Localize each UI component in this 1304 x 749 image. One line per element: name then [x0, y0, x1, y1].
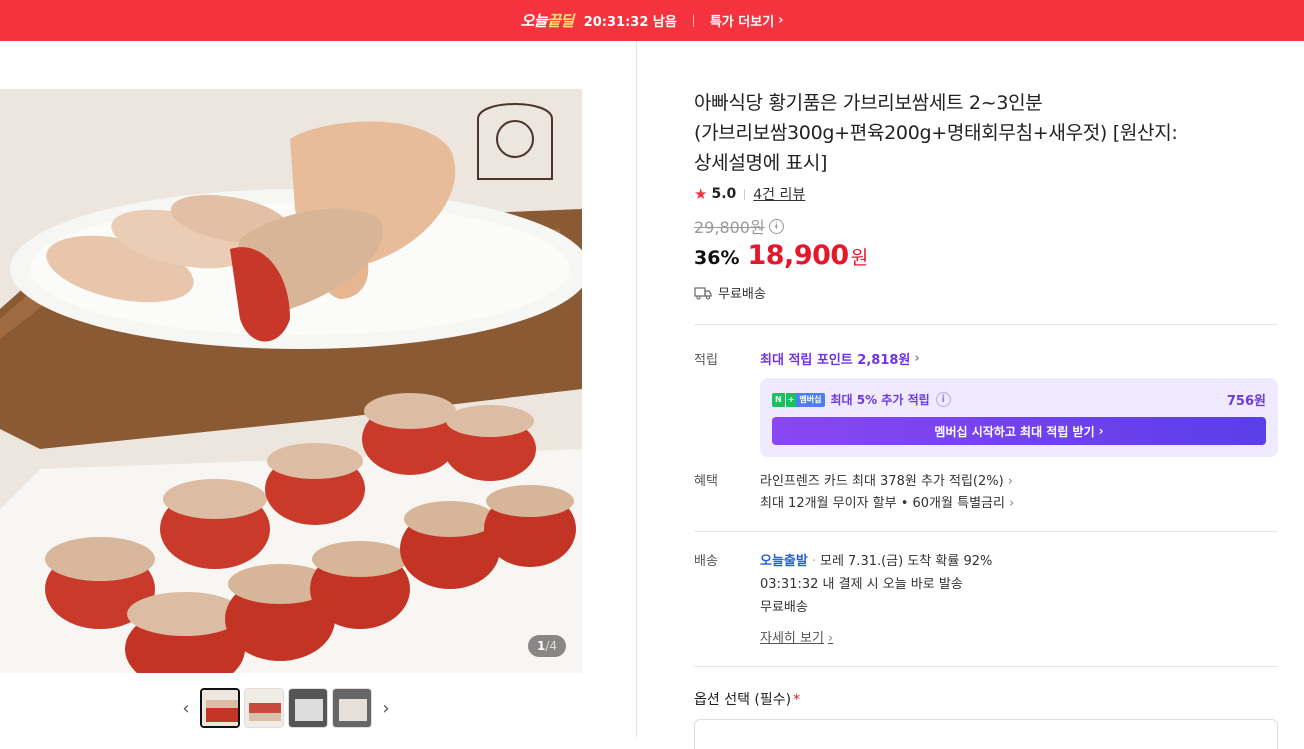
npay-membership-badge: N + 멤버십 — [772, 392, 825, 407]
benefits-label: 혜택 — [694, 474, 718, 489]
promo-bar: 오늘끝딜 20:31:32 남음 특가 더보기 › — [0, 0, 1304, 41]
thumbnail-4[interactable] — [332, 688, 372, 728]
chevron-right-icon: › — [914, 351, 920, 366]
currency-unit: 원 — [850, 247, 869, 269]
sale-price: 18,900 — [747, 240, 849, 271]
delivery-fee: 무료배송 — [760, 600, 808, 615]
option-section: 옵션 선택 (필수) * — [694, 689, 1278, 749]
product-info-panel: 아빠식당 황기품은 가브리보쌈세트 2~3인분 (가브리보쌈300g+편육200… — [694, 41, 1278, 749]
original-price: 29,800원 i — [694, 214, 1278, 238]
delivery-detail-link[interactable]: 자세히 보기 › — [760, 627, 833, 650]
today-departure-badge: 오늘출발 — [760, 554, 808, 569]
chevron-right-icon: › — [778, 13, 784, 28]
chevron-right-icon: › — [1008, 496, 1015, 511]
chevron-right-icon: › — [1007, 474, 1013, 489]
thumbnail-strip: ‹ › — [176, 688, 396, 728]
discount-rate: 36% — [694, 247, 740, 269]
chevron-right-icon[interactable]: › — [376, 688, 396, 728]
membership-start-button[interactable]: 멤버십 시작하고 최대 적립 받기 › — [772, 417, 1266, 445]
benefits-section: 혜택 라인프렌즈 카드 최대 378원 추가 적립(2%) › 최대 12개월 무… — [694, 471, 1278, 515]
promo-timer: 20:31:32 남음 — [583, 15, 677, 30]
review-link[interactable]: 4건 리뷰 — [753, 184, 805, 204]
membership-box: N + 멤버십 최대 5% 추가 적립 i 756원 멤버십 시작하고 최대 적립 … — [760, 378, 1278, 457]
truck-icon — [694, 286, 712, 299]
info-icon[interactable]: i — [935, 392, 951, 407]
promo-more-link[interactable]: 특가 더보기 › — [710, 11, 784, 30]
max-point-link[interactable]: 최대 적립 포인트 2,818원 › — [760, 349, 1278, 368]
delivery-cutoff: 03:31:32 내 결제 시 오늘 바로 발송 — [760, 577, 963, 592]
promo-divider — [692, 14, 694, 27]
product-title: 아빠식당 황기품은 가브리보쌈세트 2~3인분 (가브리보쌈300g+편육200… — [694, 92, 1178, 174]
installment-benefit-link[interactable]: 최대 12개월 무이자 할부 • 60개월 특별금리 › — [760, 493, 1278, 515]
delivery-arrival: 오늘출발 · 모레 7.31.(금) 도착 확률 92% — [760, 554, 993, 569]
option-label: 옵션 선택 (필수) * — [694, 692, 801, 708]
rating-row: ★ 5.0 4건 리뷰 — [694, 184, 1278, 204]
star-icon: ★ — [694, 185, 708, 203]
shipping-summary: 무료배송 — [694, 283, 1278, 302]
rating-score: 5.0 — [711, 186, 737, 202]
info-icon[interactable]: i — [768, 218, 784, 234]
member-extra-text: 최대 5% 추가 적립 — [830, 393, 930, 407]
thumbnail-2[interactable] — [244, 688, 284, 728]
points-label: 적립 — [694, 353, 718, 368]
product-gallery: 1/4 ‹ › — [0, 41, 637, 737]
price-row: 36% 18,900 원 — [694, 240, 1278, 271]
chevron-right-icon: › — [1098, 424, 1104, 438]
member-amount: 756원 — [1226, 394, 1266, 409]
delivery-section: 배송 오늘출발 · 모레 7.31.(금) 도착 확률 92% 03:31:32 내… — [694, 550, 1278, 650]
delivery-label: 배송 — [694, 554, 718, 569]
image-counter: 1/4 — [527, 635, 566, 657]
card-benefit-link[interactable]: 라인프렌즈 카드 최대 378원 추가 적립(2%) › — [760, 471, 1278, 493]
option-select[interactable] — [694, 719, 1278, 749]
promo-logo: 오늘끝딜 — [520, 12, 574, 30]
thumbnail-1[interactable] — [200, 688, 240, 728]
chevron-left-icon[interactable]: ‹ — [176, 688, 196, 728]
product-main-image[interactable]: 1/4 — [0, 89, 582, 673]
thumbnail-3[interactable] — [288, 688, 328, 728]
points-section: 적립 최대 적립 포인트 2,818원 › N + 멤버십 최대 5% 추가 적립 … — [694, 349, 1278, 457]
food-photo — [0, 89, 582, 673]
chevron-right-icon: › — [827, 631, 834, 646]
